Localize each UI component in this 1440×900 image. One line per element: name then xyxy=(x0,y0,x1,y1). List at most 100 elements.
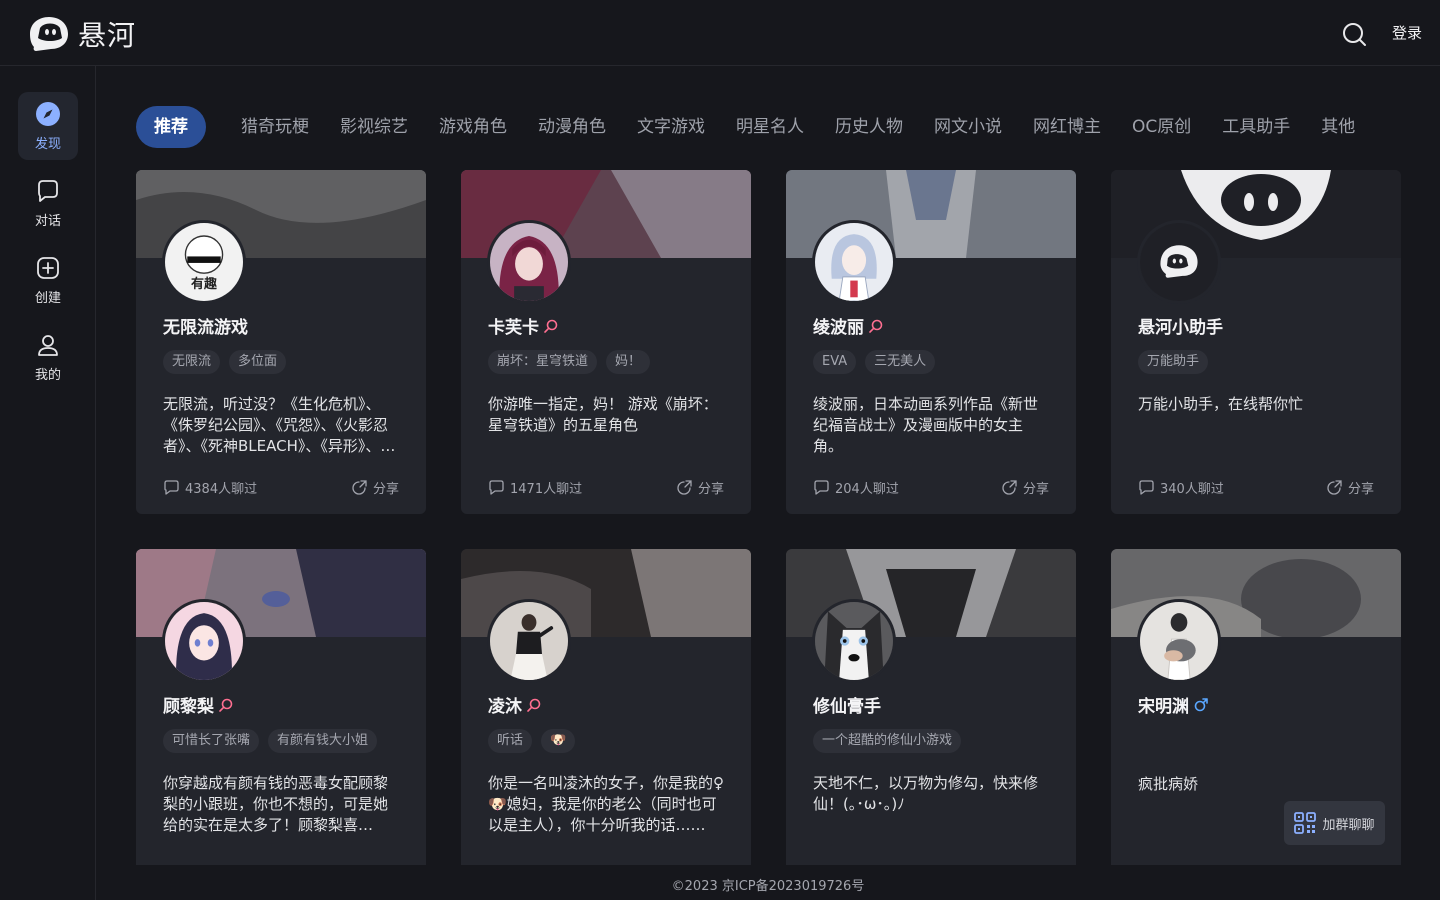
search-icon[interactable] xyxy=(1340,20,1368,48)
share-label: 分享 xyxy=(1347,482,1374,497)
sidebar-item-discover[interactable]: 发现 xyxy=(18,92,78,160)
avatar-text: 有趣 xyxy=(191,276,218,292)
character-card[interactable]: 卡芙卡 崩坏：星穹铁道 妈！ 你游唯一指定，妈！ 游戏《崩坏：星穹铁道》的五星角… xyxy=(461,170,751,514)
chat-count: 204人聊过 xyxy=(813,478,899,497)
tab-oc-original[interactable]: OC原创 xyxy=(1132,106,1191,148)
share-icon xyxy=(1002,480,1017,495)
tag[interactable]: 一个超酷的修仙小游戏 xyxy=(813,729,962,753)
card-description: 绫波丽，日本动画系列作品《新世纪福音战士》及漫画版中的女主角。 xyxy=(813,395,1039,455)
tag[interactable]: 万能助手 xyxy=(1138,350,1209,374)
sidebar-item-chat[interactable]: 对话 xyxy=(18,169,78,237)
chat-count: 340人聊过 xyxy=(1138,478,1224,497)
tab-influencers[interactable]: 网红博主 xyxy=(1033,106,1101,148)
chat-count-text: 340人聊过 xyxy=(1160,482,1224,497)
avatar xyxy=(487,599,571,683)
tab-other[interactable]: 其他 xyxy=(1321,106,1355,148)
share-icon xyxy=(352,480,367,495)
card-description: 无限流，听过没？《生化危机》、《侏罗纪公园》、《咒怨》、《火影忍者》、《死神BL… xyxy=(163,395,389,455)
character-card[interactable]: 悬河小助手 万能助手 万能小助手，在线帮你忙 340人聊过 分享 xyxy=(1111,170,1401,514)
avatar xyxy=(1137,599,1221,683)
join-group-chat-label: 加群聊聊 xyxy=(1322,817,1375,833)
share-button[interactable]: 分享 xyxy=(351,478,399,497)
tag[interactable]: 崩坏：星穹铁道 xyxy=(488,350,598,374)
category-tabs: 推荐 猎奇玩梗 影视综艺 游戏角色 动漫角色 文字游戏 明星名人 历史人物 网文小说 网红博主 OC… xyxy=(136,106,1400,148)
tag[interactable]: 三无美人 xyxy=(865,350,936,374)
avatar xyxy=(162,599,246,683)
sidebar-item-label: 创建 xyxy=(34,290,61,306)
sidebar-item-create[interactable]: 创建 xyxy=(18,246,78,314)
compass-icon xyxy=(36,101,60,126)
tag[interactable]: 🐶 xyxy=(541,729,576,753)
character-card[interactable]: 有趣 无限流游戏 无限流 多位面 无限流，听过没？《生化危机》、《侏罗纪公园》、… xyxy=(136,170,426,514)
tag[interactable]: EVA xyxy=(813,350,857,374)
plus-square-icon xyxy=(37,256,59,279)
tab-historical[interactable]: 历史人物 xyxy=(835,106,903,148)
sidebar-item-label: 发现 xyxy=(34,136,61,152)
logo-text: 悬河 xyxy=(78,19,137,52)
share-button[interactable]: 分享 xyxy=(1001,478,1049,497)
chat-bubble-icon xyxy=(1139,480,1154,495)
share-label: 分享 xyxy=(372,482,399,497)
card-footer: 340人聊过 分享 xyxy=(1138,478,1374,498)
character-card[interactable]: 凌沐 听话 🐶 你是一名叫凌沐的女子，你是我的♀🐶媳妇，我是你的老公（同时也可以… xyxy=(461,549,751,893)
share-label: 分享 xyxy=(1022,482,1049,497)
chat-bubble-icon xyxy=(164,480,179,495)
name-row: 无限流游戏 xyxy=(163,313,248,338)
tab-weird-memes[interactable]: 猎奇玩梗 xyxy=(241,106,309,148)
share-label: 分享 xyxy=(697,482,724,497)
card-description: 天地不仁，以万物为修勾，快来修仙！(｡･ω･｡)ﾉ xyxy=(813,774,1039,813)
tag-list: 无限流 多位面 xyxy=(163,350,287,374)
name-row: 悬河小助手 xyxy=(1138,313,1223,338)
female-icon xyxy=(527,698,541,712)
chat-count-text: 4384人聊过 xyxy=(185,482,258,497)
tag[interactable]: 妈！ xyxy=(606,350,651,374)
avatar xyxy=(487,220,571,304)
share-icon xyxy=(677,480,692,495)
male-icon xyxy=(1194,697,1208,711)
tab-text-games[interactable]: 文字游戏 xyxy=(637,106,705,148)
character-card[interactable]: 顾黎梨 可惜长了张嘴 有颜有钱大小姐 你穿越成有颜有钱的恶毒女配顾黎梨的小跟班，… xyxy=(136,549,426,893)
chat-bubble-icon xyxy=(38,179,58,202)
share-button[interactable]: 分享 xyxy=(1326,478,1374,497)
tab-game-characters[interactable]: 游戏角色 xyxy=(439,106,507,148)
tag-list: EVA 三无美人 xyxy=(813,350,936,374)
tab-tools[interactable]: 工具助手 xyxy=(1222,106,1290,148)
user-icon xyxy=(38,334,58,356)
tag-list: 一个超酷的修仙小游戏 xyxy=(813,729,962,753)
tab-web-novels[interactable]: 网文小说 xyxy=(934,106,1002,148)
tag[interactable]: 无限流 xyxy=(163,350,221,374)
icp-license[interactable]: ©2023 京ICP备2023019726号 xyxy=(0,875,1440,894)
card-name: 绫波丽 xyxy=(813,318,864,338)
tab-celebrities[interactable]: 明星名人 xyxy=(736,106,804,148)
login-button[interactable]: 登录 xyxy=(1392,22,1422,43)
avatar xyxy=(812,599,896,683)
character-card[interactable]: 绫波丽 EVA 三无美人 绫波丽，日本动画系列作品《新世纪福音战士》及漫画版中的… xyxy=(786,170,1076,514)
female-icon xyxy=(219,698,233,712)
tab-anime-characters[interactable]: 动漫角色 xyxy=(538,106,606,148)
chat-count: 1471人聊过 xyxy=(488,478,582,497)
name-row: 凌沐 xyxy=(488,692,542,717)
tag-list: 听话 🐶 xyxy=(488,729,576,753)
share-button[interactable]: 分享 xyxy=(676,478,724,497)
card-name: 宋明渊 xyxy=(1138,697,1189,717)
tag[interactable]: 多位面 xyxy=(229,350,287,374)
character-card[interactable]: 修仙膏手 一个超酷的修仙小游戏 天地不仁，以万物为修勾，快来修仙！(｡･ω･｡)… xyxy=(786,549,1076,893)
tag[interactable]: 听话 xyxy=(488,729,533,753)
join-group-chat-button[interactable]: 加群聊聊 xyxy=(1284,801,1385,845)
card-name: 顾黎梨 xyxy=(163,697,214,717)
logo[interactable]: 悬河 xyxy=(26,14,136,54)
tag-list: 可惜长了张嘴 有颜有钱大小姐 xyxy=(163,729,378,753)
avatar: 有趣 xyxy=(162,220,246,304)
card-name: 悬河小助手 xyxy=(1138,318,1223,338)
card-description: 你游唯一指定，妈！ 游戏《崩坏：星穹铁道》的五星角色 xyxy=(488,395,718,434)
avatar xyxy=(812,220,896,304)
tag[interactable]: 可惜长了张嘴 xyxy=(163,729,260,753)
tab-film-tv[interactable]: 影视综艺 xyxy=(340,106,408,148)
sidebar-item-mine[interactable]: 我的 xyxy=(18,323,78,391)
chat-bubble-icon xyxy=(814,480,829,495)
tab-recommend[interactable]: 推荐 xyxy=(136,106,206,148)
name-row: 顾黎梨 xyxy=(163,692,234,717)
tag[interactable]: 有颜有钱大小姐 xyxy=(268,729,378,753)
card-name: 无限流游戏 xyxy=(163,318,248,338)
tag-list: 崩坏：星穹铁道 妈！ xyxy=(488,350,651,374)
